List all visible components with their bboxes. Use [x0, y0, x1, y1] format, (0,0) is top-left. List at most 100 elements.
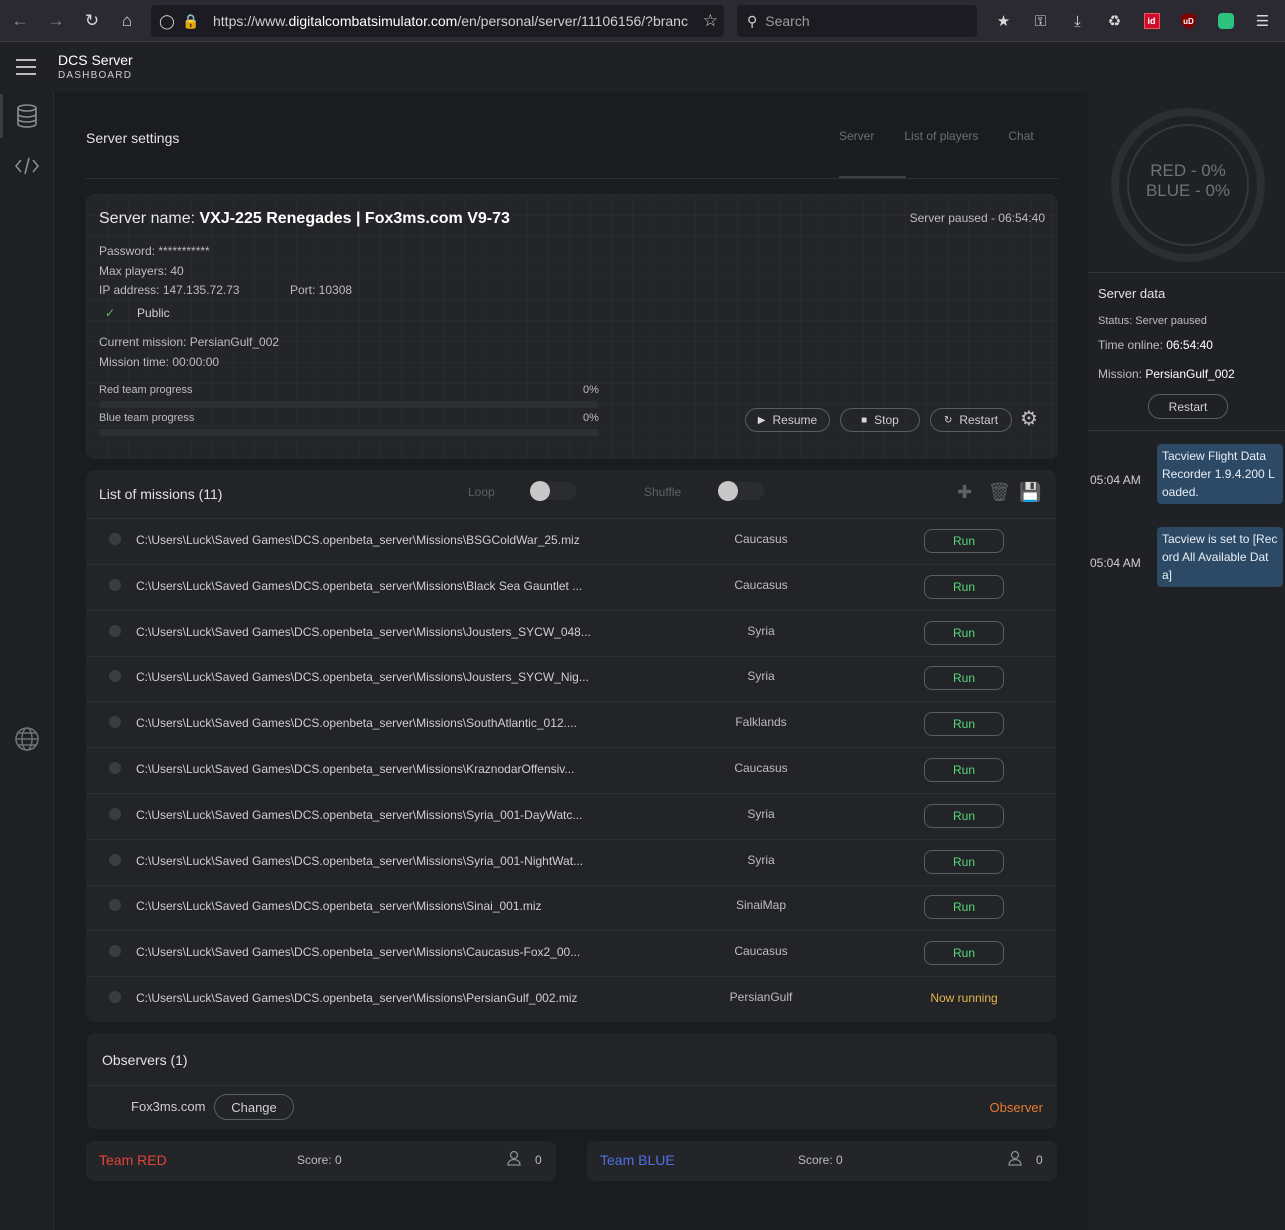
- mission-row: C:\Users\Luck\Saved Games\DCS.openbeta_s…: [86, 794, 1056, 840]
- mission-path: C:\Users\Luck\Saved Games\DCS.openbeta_s…: [136, 807, 583, 822]
- mission-select-radio[interactable]: [109, 533, 121, 545]
- run-button[interactable]: Run: [924, 620, 1004, 645]
- globe-icon[interactable]: [0, 726, 54, 757]
- divider: [87, 1085, 1057, 1086]
- mission-map: Caucasus: [734, 577, 788, 592]
- public-checkbox[interactable]: ✓: [105, 306, 121, 322]
- tab-chat[interactable]: Chat: [1008, 129, 1033, 143]
- reload-icon[interactable]: ↻: [74, 0, 110, 42]
- database-icon[interactable]: [0, 104, 54, 133]
- mission-select-radio[interactable]: [109, 624, 121, 637]
- pocket-icon[interactable]: ★: [985, 0, 1022, 42]
- mission-select-radio[interactable]: [109, 853, 121, 866]
- run-button[interactable]: Run: [924, 895, 1004, 920]
- url-host: digitalcombatsimulator.com: [288, 13, 458, 29]
- team-red-name: Team RED: [99, 1152, 167, 1168]
- mission-path: C:\Users\Luck\Saved Games\DCS.openbeta_s…: [136, 853, 584, 868]
- url-path: /en/personal/server/11106156/?branc: [457, 13, 688, 29]
- app-title: DCS Server: [58, 52, 133, 68]
- server-data-time: Time online: 06:54:40: [1098, 338, 1213, 352]
- server-data-status: Status: Server paused: [1098, 315, 1207, 327]
- mission-map: Syria: [747, 852, 775, 867]
- gears-icon[interactable]: ⚙: [1020, 406, 1038, 431]
- download-icon[interactable]: ⤓: [1059, 0, 1096, 42]
- restart-button[interactable]: ↻ Restart: [930, 408, 1012, 432]
- save-icon[interactable]: 💾: [1019, 482, 1041, 503]
- run-button[interactable]: Run: [924, 849, 1004, 874]
- extension-green-icon[interactable]: [1207, 0, 1244, 42]
- time-online-value: 06:54:40: [1166, 338, 1213, 352]
- red-progress-label: Red team progress: [99, 384, 193, 396]
- shuffle-toggle[interactable]: [718, 481, 764, 501]
- back-icon[interactable]: ←: [2, 0, 38, 42]
- mission-map: Syria: [747, 806, 775, 821]
- red-progress-bar: [99, 401, 599, 408]
- mission-select-radio[interactable]: [109, 807, 121, 820]
- loop-toggle[interactable]: [530, 481, 576, 501]
- menu-icon[interactable]: ☰: [1244, 0, 1281, 42]
- stop-label: Stop: [874, 413, 899, 427]
- red-progress-value: 0%: [583, 384, 599, 396]
- tab-list-of-players[interactable]: List of players: [904, 129, 978, 143]
- tab-bar: Server List of players Chat: [839, 129, 1064, 143]
- server-status: Server paused - 06:54:40: [909, 211, 1045, 225]
- mission-select-radio[interactable]: [109, 899, 121, 912]
- add-icon[interactable]: ✚: [957, 482, 972, 503]
- stop-button[interactable]: ■ Stop: [840, 408, 920, 432]
- trash-icon[interactable]: 🗑: [988, 482, 1011, 503]
- home-icon[interactable]: ⌂: [109, 0, 145, 42]
- mission-map: Caucasus: [734, 532, 788, 546]
- loop-label: Loop: [468, 485, 495, 499]
- address-bar[interactable]: ◯ 🔒 https://www.digitalcombatsimulator.c…: [151, 5, 724, 37]
- mission-path: C:\Users\Luck\Saved Games\DCS.openbeta_s…: [136, 899, 542, 914]
- server-data-restart-button[interactable]: Restart: [1148, 394, 1228, 419]
- app-subtitle: DASHBOARD: [58, 70, 133, 81]
- key-icon[interactable]: ⚿: [1022, 0, 1059, 42]
- now-running-label: Now running: [930, 991, 998, 1005]
- mission-select-radio[interactable]: [109, 670, 121, 683]
- chat-message: Tacview Flight Data Recorder 1.9.4.200 L…: [1157, 444, 1283, 504]
- mission-select-radio[interactable]: [109, 716, 121, 729]
- blue-progress-value: 0%: [583, 412, 599, 424]
- mission-row: C:\Users\Luck\Saved Games\DCS.openbeta_s…: [86, 885, 1056, 932]
- team-blue-name: Team BLUE: [600, 1152, 675, 1168]
- mission-select-radio[interactable]: [109, 945, 121, 958]
- shield-icon[interactable]: ◯: [155, 13, 179, 30]
- mission-select-radio[interactable]: [109, 578, 121, 591]
- change-button[interactable]: Change: [214, 1094, 294, 1120]
- server-name-label: Server name:: [99, 210, 200, 227]
- run-button[interactable]: Run: [924, 758, 1004, 782]
- mission-select-radio[interactable]: [109, 762, 121, 774]
- ring-red-percent: RED - 0%: [1150, 161, 1226, 180]
- forward-icon[interactable]: →: [38, 0, 74, 42]
- extension-id-icon[interactable]: id: [1133, 0, 1170, 42]
- run-button[interactable]: Run: [924, 666, 1004, 691]
- code-icon[interactable]: [0, 156, 54, 181]
- team-blue-card: Team BLUE Score: 0 0: [587, 1141, 1057, 1181]
- time-online-label: Time online:: [1098, 338, 1167, 352]
- divider: [1088, 272, 1285, 273]
- run-button[interactable]: Run: [924, 529, 1004, 553]
- extensions-icon[interactable]: ♻: [1096, 0, 1133, 42]
- team-red-count: 0: [535, 1153, 542, 1167]
- run-button[interactable]: Run: [924, 803, 1004, 828]
- ublock-icon[interactable]: uD: [1170, 0, 1207, 42]
- browser-toolbar: ← → ↻ ⌂ ◯ 🔒 https://www.digitalcombatsim…: [0, 0, 1285, 42]
- search-input[interactable]: ⚲ Search: [737, 5, 977, 37]
- lock-icon[interactable]: 🔒: [179, 13, 203, 30]
- bookmark-star-icon[interactable]: ☆: [703, 11, 718, 31]
- run-button[interactable]: Run: [924, 712, 1004, 737]
- hamburger-menu-icon[interactable]: [16, 59, 36, 75]
- url-text[interactable]: https://www.digitalcombatsimulator.com/e…: [213, 13, 693, 29]
- run-button[interactable]: Run: [924, 941, 1004, 966]
- shuffle-label: Shuffle: [644, 485, 682, 499]
- mission-row: C:\Users\Luck\Saved Games\DCS.openbeta_s…: [86, 611, 1056, 657]
- mission-path: C:\Users\Luck\Saved Games\DCS.openbeta_s…: [136, 533, 580, 547]
- left-sidebar: [0, 92, 54, 1230]
- mission-map: SinaiMap: [735, 898, 787, 913]
- observers-panel: Observers (1) Fox3ms.com Change Observer: [87, 1033, 1057, 1129]
- run-button[interactable]: Run: [924, 574, 1004, 599]
- tab-server[interactable]: Server: [839, 129, 874, 143]
- mission-select-radio[interactable]: [109, 991, 121, 1003]
- resume-button[interactable]: ▶ Resume: [745, 408, 830, 432]
